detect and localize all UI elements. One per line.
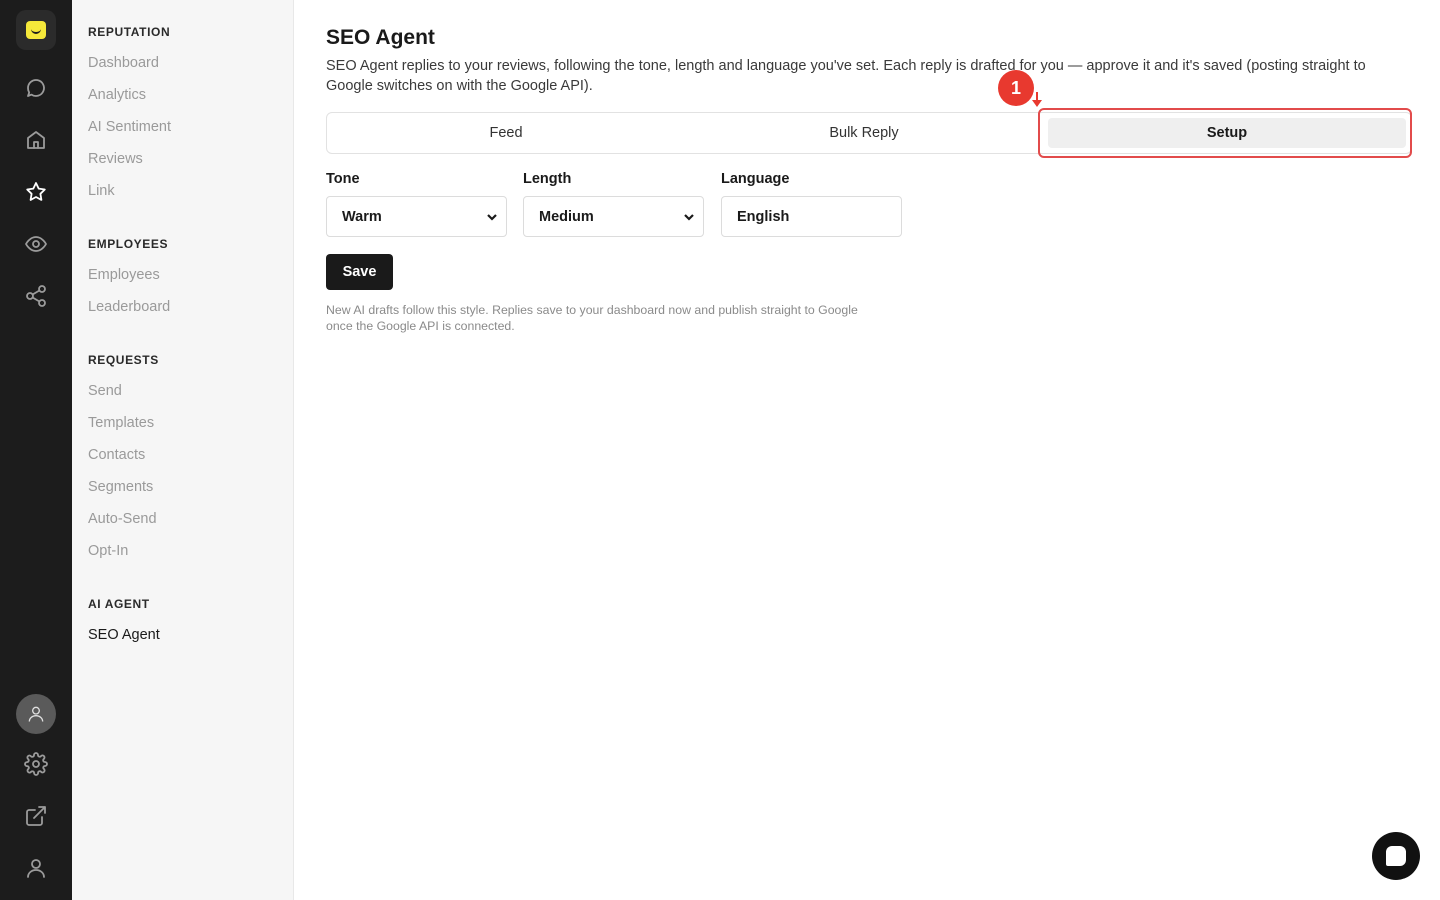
- chevron-down-icon: [486, 211, 498, 223]
- language-label: Language: [721, 171, 790, 187]
- step-marker: 1: [998, 70, 1034, 106]
- sidebar-item-contacts[interactable]: Contacts: [88, 447, 145, 463]
- language-value: English: [737, 208, 790, 225]
- sidebar-item-link[interactable]: Link: [88, 183, 115, 199]
- length-label: Length: [523, 171, 572, 187]
- tone-value: Warm: [342, 208, 382, 225]
- sidebar-item-ai-sentiment[interactable]: AI Sentiment: [88, 119, 171, 135]
- sidebar-item-analytics[interactable]: Analytics: [88, 87, 146, 103]
- tab-bulk-reply[interactable]: Bulk Reply: [685, 113, 1043, 153]
- tone-label: Tone: [326, 171, 360, 187]
- chat-icon[interactable]: [22, 74, 50, 102]
- icon-rail: [0, 0, 72, 900]
- logo-icon[interactable]: [16, 10, 56, 50]
- sidebar-item-seo-agent[interactable]: SEO Agent: [88, 627, 160, 643]
- tab-bar: Feed Bulk Reply Setup: [326, 112, 1412, 154]
- sidebar-item-auto-send[interactable]: Auto-Send: [88, 511, 157, 527]
- chat-bubble-icon: [1386, 846, 1406, 866]
- tab-setup[interactable]: Setup: [1048, 118, 1406, 148]
- page-description: SEO Agent replies to your reviews, follo…: [326, 58, 1366, 94]
- sidebar: REPUTATION Dashboard Analytics AI Sentim…: [72, 0, 294, 900]
- settings-icon[interactable]: [22, 750, 50, 778]
- marker-arrowhead: [1032, 100, 1042, 107]
- share-icon[interactable]: [22, 282, 50, 310]
- tab-feed[interactable]: Feed: [327, 113, 685, 153]
- eye-icon[interactable]: [22, 230, 50, 258]
- style-hint: New AI drafts follow this style. Replies…: [326, 303, 858, 333]
- page-title: SEO Agent: [326, 26, 435, 49]
- sidebar-item-templates[interactable]: Templates: [88, 415, 154, 431]
- save-button[interactable]: Save: [326, 254, 393, 290]
- avatar-icon[interactable]: [16, 694, 56, 734]
- sidebar-item-dashboard[interactable]: Dashboard: [88, 55, 159, 71]
- length-value: Medium: [539, 208, 594, 225]
- length-select[interactable]: Medium: [523, 196, 704, 237]
- language-input[interactable]: English: [721, 196, 902, 237]
- star-icon[interactable]: [22, 178, 50, 206]
- tone-select[interactable]: Warm: [326, 196, 507, 237]
- external-link-icon[interactable]: [22, 802, 50, 830]
- sidebar-item-send[interactable]: Send: [88, 383, 122, 399]
- user-icon[interactable]: [22, 854, 50, 882]
- main-content: SEO Agent SEO Agent replies to your revi…: [294, 0, 1440, 900]
- chat-widget-button[interactable]: [1372, 832, 1420, 880]
- chevron-down-icon: [683, 211, 695, 223]
- sidebar-item-opt-in[interactable]: Opt-In: [88, 543, 128, 559]
- sidebar-item-leaderboard[interactable]: Leaderboard: [88, 299, 170, 315]
- section-title-ai-agent: AI AGENT: [88, 597, 150, 611]
- section-title-employees: EMPLOYEES: [88, 237, 169, 251]
- sidebar-item-segments[interactable]: Segments: [88, 479, 153, 495]
- sidebar-item-reviews[interactable]: Reviews: [88, 151, 143, 167]
- home-icon[interactable]: [22, 126, 50, 154]
- section-title-requests: REQUESTS: [88, 353, 159, 367]
- sidebar-item-employees[interactable]: Employees: [88, 267, 160, 283]
- section-title-reputation: REPUTATION: [88, 25, 171, 39]
